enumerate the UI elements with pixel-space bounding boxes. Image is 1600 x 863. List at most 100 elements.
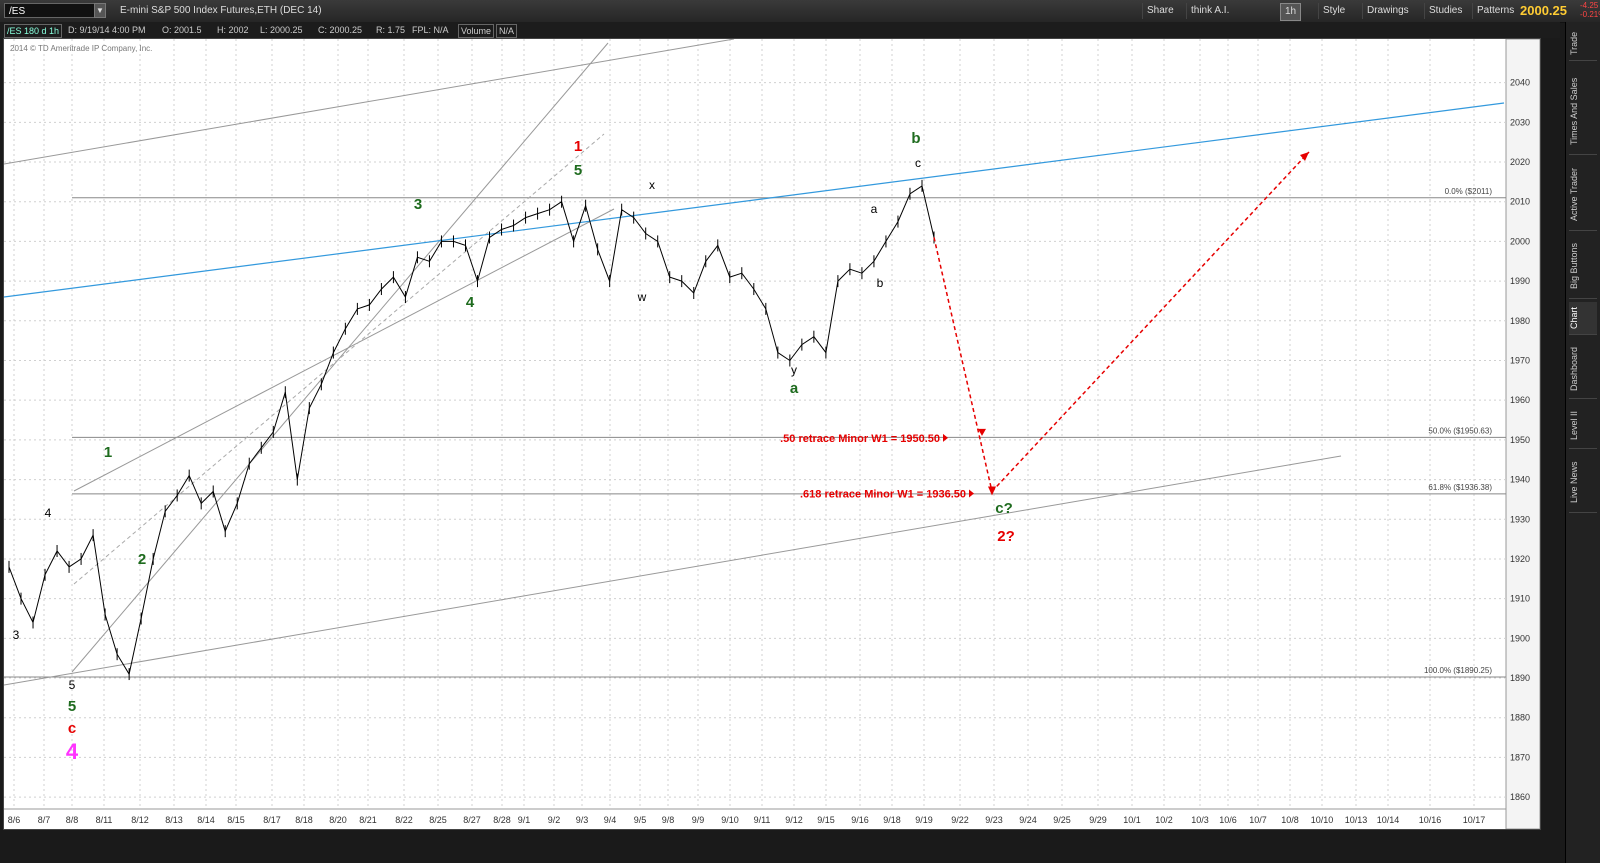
timeframe-button[interactable]: 1h (1280, 3, 1302, 21)
wave-label: 1 (104, 444, 112, 461)
x-tick-label: 8/21 (359, 815, 377, 825)
x-tick-label: 9/3 (576, 815, 589, 825)
sidebar-tab-level-ii[interactable]: Level II (1569, 402, 1597, 449)
wave-label: 4 (45, 506, 52, 520)
retrace-annotation: .618 retrace Minor W1 = 1936.50 (800, 488, 966, 500)
x-tick-label: 9/5 (634, 815, 647, 825)
x-tick-label: 8/20 (329, 815, 347, 825)
x-tick-label: 9/24 (1019, 815, 1037, 825)
wave-label: 3 (414, 196, 422, 213)
fib-level-label: 0.0% ($2011) (1445, 187, 1493, 196)
copyright-text: 2014 © TD Ameritrade IP Company, Inc. (10, 44, 152, 53)
x-tick-label: 9/25 (1053, 815, 1071, 825)
wave-label: c (68, 720, 76, 737)
y-tick-label: 1920 (1510, 554, 1530, 564)
symbol-dropdown-icon[interactable]: ▼ (94, 3, 106, 18)
x-tick-label: 10/6 (1219, 815, 1237, 825)
bar-low: L: 2000.25 (260, 25, 303, 35)
x-tick-label: 9/2 (548, 815, 561, 825)
wave-label: c (915, 156, 921, 170)
y-tick-label: 1910 (1510, 594, 1530, 604)
sidebar-tab-active-trader[interactable]: Active Trader (1569, 158, 1597, 231)
wave-label: w (637, 290, 647, 304)
x-tick-label: 8/17 (263, 815, 281, 825)
projection-down-arrow (933, 237, 993, 492)
x-tick-label: 10/10 (1311, 815, 1334, 825)
x-tick-label: 8/25 (429, 815, 447, 825)
sidebar-tab-chart[interactable]: Chart (1569, 302, 1597, 335)
bar-open: O: 2001.5 (162, 25, 202, 35)
x-tick-label: 8/14 (197, 815, 215, 825)
retrace-annotation-marker (969, 489, 974, 498)
sidebar-tab-dashboard[interactable]: Dashboard (1569, 340, 1597, 399)
x-tick-label: 8/22 (395, 815, 413, 825)
y-tick-label: 1880 (1510, 713, 1530, 723)
x-tick-label: 10/13 (1345, 815, 1368, 825)
x-tick-label: 10/3 (1191, 815, 1209, 825)
x-tick-label: 10/17 (1463, 815, 1486, 825)
share-button[interactable]: Share (1142, 3, 1178, 19)
sidebar-tab-times-and-sales[interactable]: Times And Sales (1569, 68, 1597, 155)
x-tick-label: 8/27 (463, 815, 481, 825)
y-tick-label: 1990 (1510, 276, 1530, 286)
wave-label: 3 (13, 628, 20, 642)
channel-line (71, 42, 609, 673)
wave-label: y (791, 363, 797, 377)
wave-label: a (790, 380, 799, 397)
y-tick-label: 1970 (1510, 355, 1530, 365)
x-tick-label: 9/9 (692, 815, 705, 825)
drawings-button[interactable]: Drawings (1362, 3, 1413, 19)
sidebar-tab-trade[interactable]: Trade (1569, 26, 1597, 61)
x-tick-label: 9/4 (604, 815, 617, 825)
patterns-button[interactable]: Patterns (1472, 3, 1518, 19)
symbol-input[interactable]: /ES (4, 3, 104, 18)
volume-value: N/A (496, 24, 518, 38)
style-button[interactable]: Style (1318, 3, 1349, 19)
sidebar-tab-big-buttons[interactable]: Big Buttons (1569, 234, 1597, 299)
chart-panel[interactable]: 8/6 8/7 8/8 8/11 8/12 8/13 8/14 8/15 8/17 8/18 8/2… (3, 38, 1541, 830)
wave-label: 4 (66, 739, 79, 764)
y-tick-label: 1980 (1510, 316, 1530, 326)
x-tick-label: 8/7 (38, 815, 51, 825)
price-chart[interactable]: 8/6 8/7 8/8 8/11 8/12 8/13 8/14 8/15 8/17 8/18 8/2… (3, 38, 1541, 830)
x-tick-label: 9/11 (754, 815, 771, 825)
x-tick-label: 9/1 (518, 815, 531, 825)
projection-arrowhead-up (1300, 152, 1309, 161)
y-tick-label: 1940 (1510, 475, 1530, 485)
wave-label: 5 (574, 162, 582, 179)
wave-label: 5 (69, 678, 76, 692)
x-tick-label: 9/19 (915, 815, 933, 825)
y-tick-label: 1900 (1510, 633, 1530, 643)
x-tick-label: 9/8 (662, 815, 675, 825)
sidebar-tab-live-news[interactable]: Live News (1569, 452, 1597, 513)
fib-level-label: 50.0% ($1950.63) (1428, 426, 1492, 435)
volume-label[interactable]: Volume (458, 24, 495, 38)
y-tick-label: 1860 (1510, 792, 1530, 802)
x-tick-label: 10/1 (1123, 815, 1141, 825)
wave-label: c? (995, 500, 1013, 517)
info-bar: /ES 180 d 1h D: 9/19/14 4:00 PM O: 2001.… (0, 22, 1560, 38)
y-tick-label: 1960 (1510, 395, 1530, 405)
symbol-description: E-mini S&P 500 Index Futures,ETH (DEC 14… (120, 5, 322, 16)
fib-level-label: 100.0% ($1890.25) (1424, 666, 1492, 675)
last-price: 2000.25 (1520, 3, 1567, 18)
wave-label: 2? (997, 528, 1015, 545)
wave-label: 5 (68, 698, 76, 715)
think-ai-button[interactable]: think A.I. (1186, 3, 1233, 19)
x-tick-label: 8/28 (493, 815, 511, 825)
x-tick-label: 9/16 (851, 815, 869, 825)
fpl-value: FPL: N/A (412, 25, 449, 35)
blue-trendline (3, 102, 1505, 298)
y-tick-label: 2020 (1510, 157, 1530, 167)
channel-line (3, 455, 1342, 686)
x-tick-label: 9/23 (985, 815, 1003, 825)
x-tick-label: 8/8 (66, 815, 79, 825)
series-label[interactable]: /ES 180 d 1h (4, 24, 63, 38)
x-tick-label: 8/11 (96, 815, 113, 825)
x-tick-label: 10/7 (1249, 815, 1267, 825)
wave-label: a (871, 202, 878, 216)
studies-button[interactable]: Studies (1424, 3, 1466, 19)
wave-label: x (649, 178, 655, 192)
x-tick-label: 8/13 (165, 815, 183, 825)
y-tick-label: 2000 (1510, 236, 1530, 246)
